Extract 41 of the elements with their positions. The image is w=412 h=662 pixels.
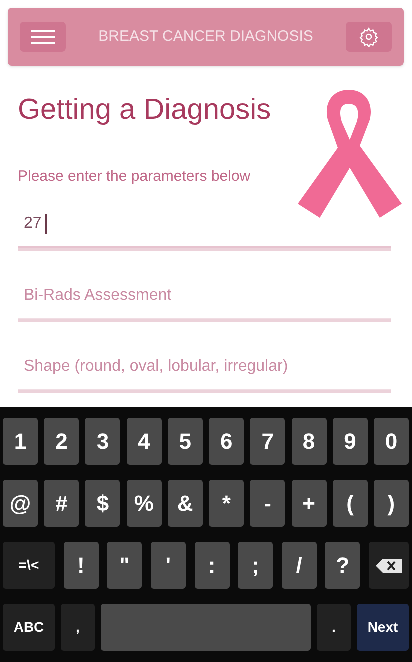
keyboard-key[interactable]: 5 bbox=[168, 418, 203, 465]
keyboard-key[interactable]: $ bbox=[85, 480, 120, 527]
keyboard-key[interactable]: ( bbox=[332, 480, 368, 527]
keyboard-key[interactable]: 2 bbox=[44, 418, 80, 465]
keyboard-key[interactable]: ) bbox=[374, 480, 409, 527]
keyboard-key[interactable]: 4 bbox=[126, 418, 162, 465]
next-key[interactable]: Next bbox=[357, 604, 409, 652]
backspace-icon bbox=[376, 558, 402, 573]
keyboard-key[interactable]: 8 bbox=[292, 418, 327, 465]
keyboard-key[interactable]: 1 bbox=[3, 418, 38, 465]
keyboard-key[interactable]: & bbox=[168, 480, 203, 527]
keyboard-key[interactable]: ! bbox=[64, 542, 99, 590]
keyboard-key[interactable]: 3 bbox=[85, 418, 120, 465]
instructions-text: Please enter the parameters below bbox=[18, 167, 252, 187]
settings-icon bbox=[359, 27, 379, 47]
settings-button[interactable] bbox=[346, 22, 392, 52]
keyboard-key[interactable]: 0 bbox=[374, 418, 409, 465]
page-heading: Getting a Diagnosis bbox=[18, 96, 272, 125]
keyboard-key[interactable]: # bbox=[44, 480, 80, 527]
backspace-key[interactable] bbox=[369, 542, 409, 590]
keyboard-key[interactable]: / bbox=[282, 542, 317, 590]
keyboard-key[interactable]: * bbox=[209, 480, 244, 527]
keyboard-key[interactable]: ' bbox=[150, 542, 186, 590]
menu-icon bbox=[31, 30, 55, 44]
menu-button[interactable] bbox=[20, 22, 66, 52]
keyboard-key[interactable]: ? bbox=[325, 542, 360, 590]
app-title: BREAST CANCER DIAGNOSIS bbox=[98, 26, 314, 47]
keyboard-key[interactable]: % bbox=[126, 480, 162, 527]
keyboard-key[interactable]: : bbox=[194, 542, 230, 590]
keyboard-key[interactable]: @ bbox=[3, 480, 38, 527]
keyboard-key[interactable]: . bbox=[317, 604, 351, 652]
keyboard-key[interactable]: ABC bbox=[3, 604, 55, 652]
keyboard-key[interactable]: , bbox=[61, 604, 95, 652]
keyboard-key[interactable]: ; bbox=[238, 542, 274, 590]
keyboard-key[interactable]: =\< bbox=[3, 542, 55, 590]
keyboard-key[interactable]: - bbox=[250, 480, 286, 527]
keyboard-key[interactable]: 9 bbox=[332, 418, 368, 465]
keyboard-key[interactable]: + bbox=[292, 480, 327, 527]
keyboard-key[interactable]: " bbox=[107, 542, 142, 590]
keyboard-key[interactable]: 7 bbox=[250, 418, 286, 465]
keyboard-key[interactable]: 6 bbox=[209, 418, 244, 465]
